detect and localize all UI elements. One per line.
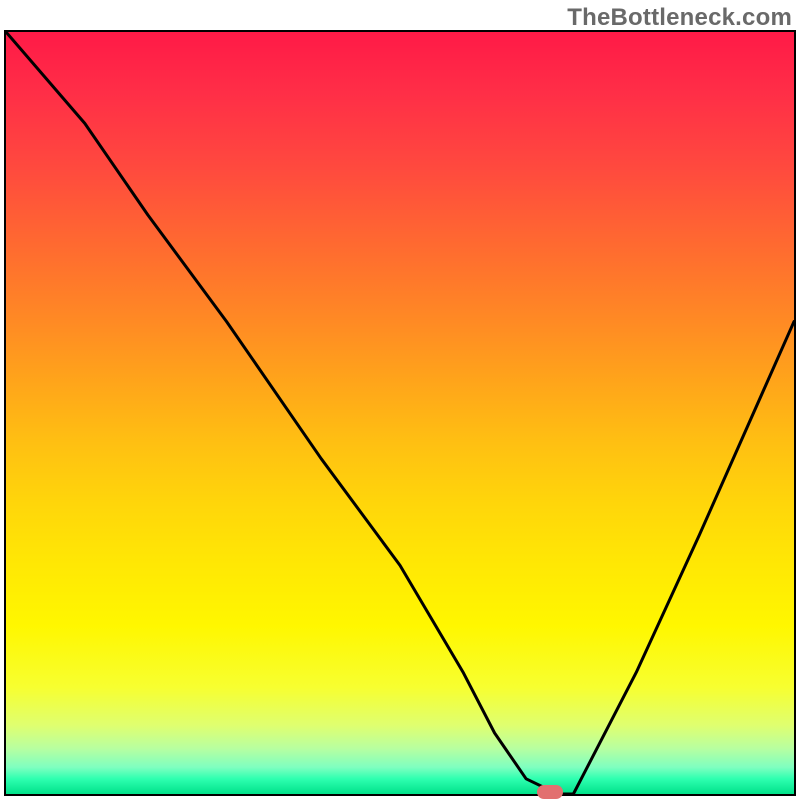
chart-frame <box>4 30 796 796</box>
curve-path <box>6 32 794 794</box>
optimal-point-marker <box>537 785 563 799</box>
attribution-text: TheBottleneck.com <box>567 4 792 32</box>
bottleneck-curve <box>6 32 794 794</box>
